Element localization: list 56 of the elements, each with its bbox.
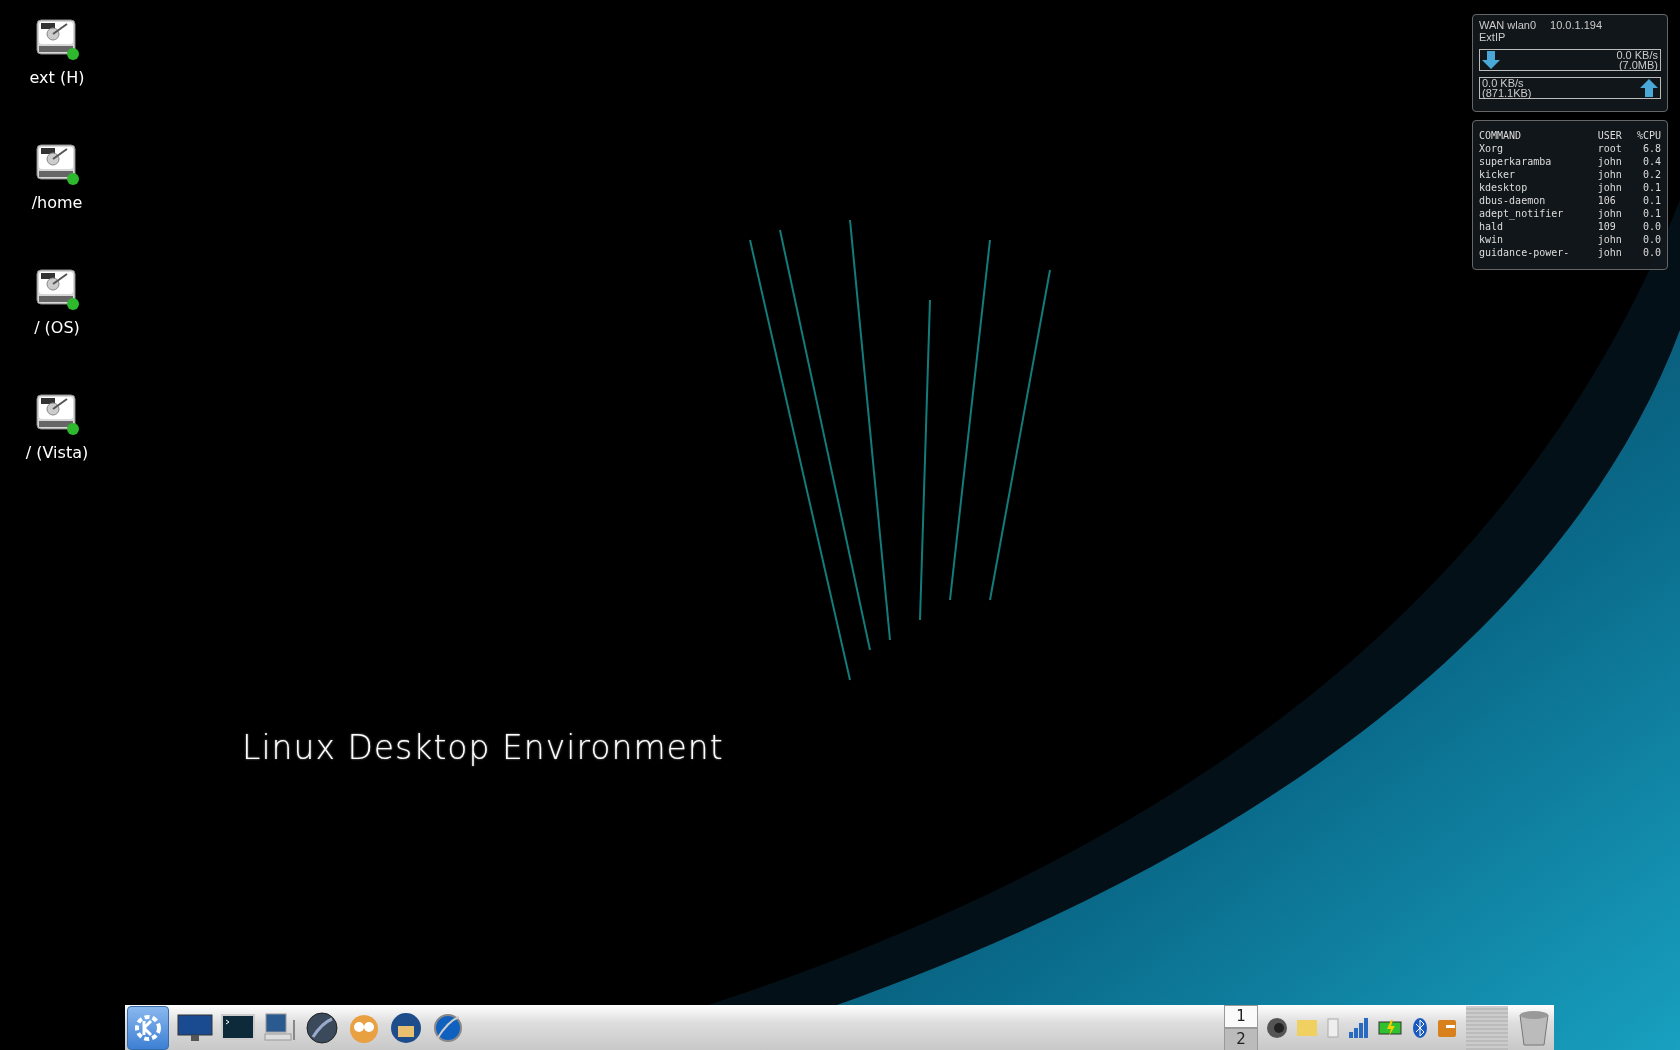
table-cell-text: john [1597, 168, 1623, 181]
table-cell: kwin [1479, 233, 1598, 246]
download-rate: 0.0 KB/s [1616, 50, 1658, 60]
table-cell-text: 0.0 [1641, 246, 1661, 259]
table-cell-text: 106 [1597, 194, 1617, 207]
table-cell-text: 0.1 [1641, 181, 1661, 194]
table-cell-text: 0.4 [1641, 155, 1661, 168]
table-cell: adept_notifier [1479, 207, 1598, 220]
table-cell-text: 6.8 [1641, 142, 1661, 155]
gear-icon [133, 1012, 163, 1043]
table-cell: kicker [1479, 168, 1598, 181]
trash-icon[interactable] [1516, 1008, 1552, 1047]
interface-label: WAN wlan0 [1479, 19, 1537, 31]
column-header: COMMAND [1479, 129, 1598, 142]
upload-total: (871.1KB) [1482, 88, 1532, 98]
drive-label[interactable]: /home [31, 193, 83, 212]
table-cell-text: 0.2 [1641, 168, 1661, 181]
table-cell: guidance-power- [1479, 246, 1598, 259]
up-arrow-icon [1640, 79, 1658, 97]
drive-label[interactable]: / (Vista) [25, 443, 89, 462]
table-cell-text: john [1597, 246, 1623, 259]
wallpaper-title: Linux Desktop Environment [242, 728, 724, 767]
table-cell: hald [1479, 220, 1598, 233]
table-cell-text: 0.0 [1641, 220, 1661, 233]
table-cell: kdesktop [1479, 181, 1598, 194]
table-cell-text: john [1597, 233, 1623, 246]
globe-icon[interactable] [305, 1010, 339, 1045]
speaker-icon[interactable] [1266, 1016, 1288, 1039]
desktop-pager-button[interactable]: 2 [1224, 1027, 1258, 1050]
extip-label: ExtIP [1479, 31, 1506, 43]
upload-rate: 0.0 KB/s [1482, 78, 1525, 88]
down-arrow-icon [1482, 51, 1500, 69]
battery-icon[interactable] [1378, 1018, 1404, 1037]
k-menu-button[interactable] [127, 1005, 169, 1050]
computer-icon[interactable] [263, 1011, 297, 1044]
table-cell-text: john [1597, 181, 1623, 194]
bluetooth-icon[interactable] [1412, 1016, 1428, 1039]
table-cell-text: 0.1 [1641, 207, 1661, 220]
desktop-pager-button[interactable]: 1 [1224, 1004, 1258, 1028]
table-cell: superkaramba [1479, 155, 1598, 168]
column-header: USER [1597, 129, 1623, 142]
table-cell-text: john [1597, 207, 1623, 220]
table-cell-text: Xorg [1479, 142, 1505, 155]
table-cell-text: root [1597, 142, 1623, 155]
download-total: (7.0MB) [1617, 60, 1658, 70]
ip-address: 10.0.1.194 [1550, 19, 1603, 31]
drive-label[interactable]: ext (H) [29, 68, 85, 87]
table-cell-text: john [1597, 155, 1623, 168]
drive-label[interactable]: / (OS) [34, 318, 80, 337]
monitor-icon[interactable] [177, 1011, 213, 1044]
table-cell: dbus-daemon [1479, 194, 1598, 207]
table-cell-text: 0.1 [1641, 194, 1661, 207]
signal-bars-icon[interactable] [1348, 1016, 1370, 1039]
table-cell-text: 0.0 [1641, 233, 1661, 246]
column-header: %CPU [1635, 129, 1661, 142]
table-cell-text: 109 [1597, 220, 1617, 233]
